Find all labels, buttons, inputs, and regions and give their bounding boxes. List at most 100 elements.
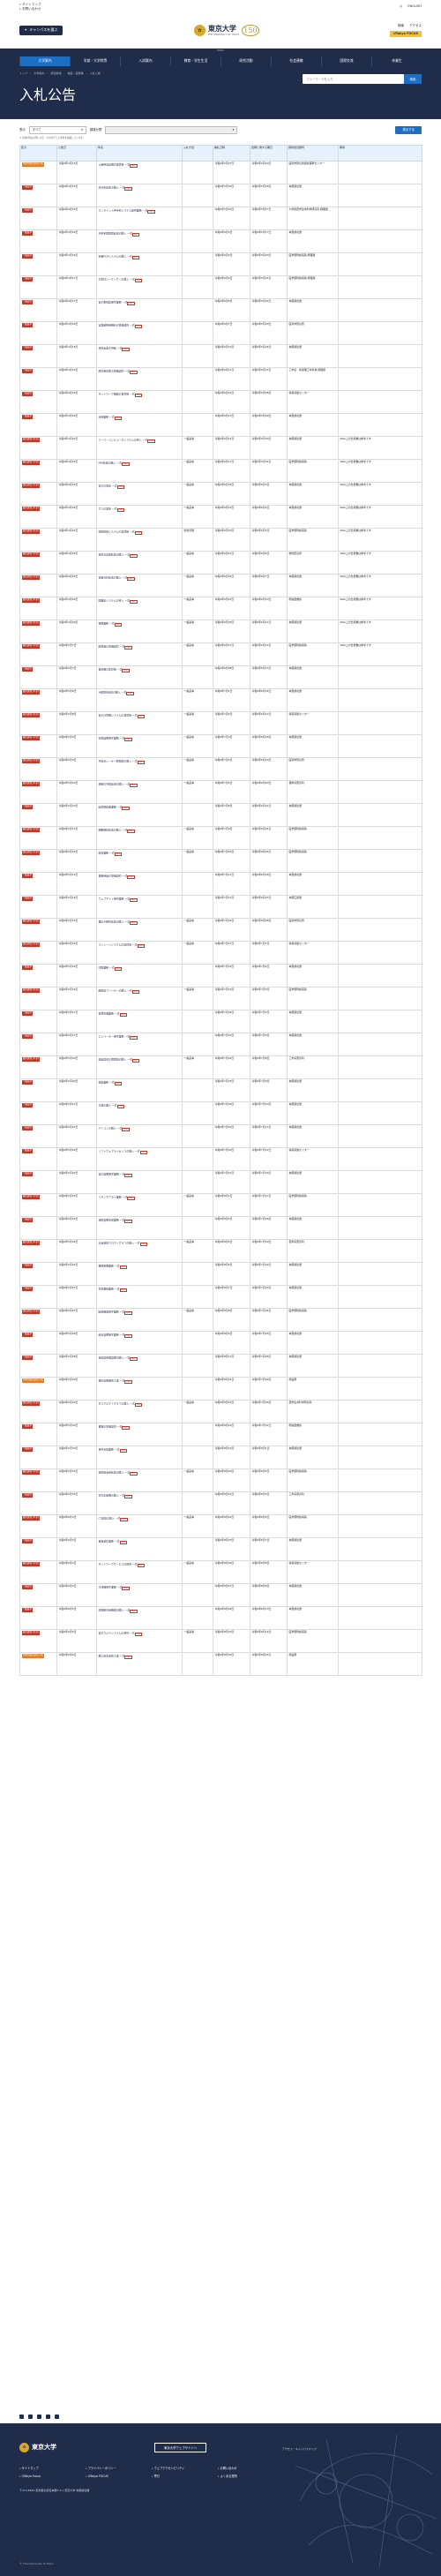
nav-item-faculties[interactable]: 学部・大学院等: [70, 56, 120, 66]
pdf-icon[interactable]: PDF: [124, 186, 132, 192]
cell-name-text[interactable]: スーパーコンピュータシステムの導入 一式: [99, 439, 148, 442]
pdf-icon[interactable]: PDF: [130, 1471, 138, 1476]
pdf-icon[interactable]: PDF: [119, 1448, 128, 1453]
footer-link[interactable]: お問い合わせ: [218, 2467, 284, 2471]
footer-logo[interactable]: ✿ 東京大学: [19, 2443, 56, 2452]
pdf-icon[interactable]: PDF: [130, 1356, 138, 1362]
cell-name-text[interactable]: 電子計算機システムの賃貸借 一式: [99, 714, 138, 717]
cell-name-text[interactable]: 会議室音響設備の購入 一式: [99, 1356, 131, 1360]
cell-name-text[interactable]: 医療機器保守業務 一式: [99, 1311, 125, 1314]
cell-name-text[interactable]: 電力の調達 一式: [99, 484, 117, 488]
cell-name-text[interactable]: 遺伝子解析装置の購入 一式: [99, 920, 131, 924]
pdf-icon[interactable]: PDF: [137, 714, 146, 719]
cell-name-text[interactable]: 公衆用電話機の賃貸借 一式: [99, 163, 131, 167]
nav-item-admissions[interactable]: 入試案内: [120, 56, 170, 66]
cell-name-text[interactable]: パソコンの購入 一式: [99, 1127, 123, 1130]
cell-name-text[interactable]: オンライン入学手続システム提供業務 一式: [99, 209, 148, 213]
pdf-icon[interactable]: PDF: [127, 301, 135, 306]
site-logo[interactable]: ✿ 東京大学 THE UNIVERSITY OF TOKYO 150: [193, 24, 259, 37]
cell-name-text[interactable]: 屋上防水改修工事 一式: [99, 1655, 125, 1658]
cell-name-text[interactable]: 書籍の単価契約 一式: [99, 1425, 123, 1429]
pdf-icon[interactable]: PDF: [124, 1379, 132, 1385]
nav-item-alumni[interactable]: 卒業生: [371, 56, 422, 66]
pdf-icon[interactable]: PDF: [130, 783, 138, 788]
breadcrumb-item[interactable]: トップ: [19, 71, 27, 76]
cell-name-text[interactable]: 細胞解析装置の購入 一式: [99, 829, 128, 832]
footer-link[interactable]: ウェブアクセシビリティ: [152, 2467, 218, 2471]
nav-item-about[interactable]: 大学案内: [19, 56, 70, 66]
cell-name-text[interactable]: 事務用品の単価契約 一式: [99, 875, 128, 878]
pdf-icon[interactable]: PDF: [116, 507, 125, 513]
pdf-icon[interactable]: PDF: [122, 1586, 130, 1591]
cell-name-text[interactable]: 電気設備保守業務 一式: [99, 1173, 125, 1176]
pdf-icon[interactable]: PDF: [137, 943, 146, 949]
search-link[interactable]: 検索: [398, 24, 404, 27]
cell-name-text[interactable]: 核磁気共鳴装置の購入 一式: [99, 783, 131, 786]
nav-item-research[interactable]: 研究活動: [220, 56, 271, 66]
footer-link[interactable]: プライバシーポリシー: [86, 2467, 152, 2471]
cell-name-text[interactable]: リネンサプライ業務 一式: [99, 1196, 128, 1199]
pdf-icon[interactable]: PDF: [132, 232, 140, 237]
pdf-icon[interactable]: PDF: [131, 255, 140, 260]
cell-name-text[interactable]: CT装置の購入 一式: [99, 1517, 121, 1521]
cell-name-text[interactable]: 給水設備保守業務 一式: [99, 1333, 125, 1337]
pdf-icon[interactable]: PDF: [137, 1563, 146, 1568]
pdf-icon[interactable]: PDF: [134, 324, 143, 329]
field-select[interactable]: ▾: [105, 126, 238, 134]
nav-item-international[interactable]: 国際交流: [321, 56, 371, 66]
pdf-icon[interactable]: PDF: [122, 806, 130, 811]
cell-name-text[interactable]: 空調設備保守業務 一式: [99, 737, 125, 740]
cell-name-text[interactable]: 警備業務 一式: [99, 622, 115, 626]
footer-link[interactable]: よくある質問: [218, 2475, 284, 2479]
cell-name-text[interactable]: 病院情報システムの賃貸借 一式: [99, 530, 135, 534]
pdf-icon[interactable]: PDF: [120, 1517, 128, 1522]
cell-name-text[interactable]: MRI装置の購入 一式: [99, 462, 123, 465]
cell-name-text[interactable]: 定量PCRシステムの購入 一式: [99, 255, 132, 259]
nav-item-society[interactable]: 社会連携: [271, 56, 321, 66]
cell-name-text[interactable]: ストレージシステムの賃貸借 一式: [99, 943, 138, 947]
cell-name-text[interactable]: ウェブサイト保守業務 一式: [99, 897, 131, 901]
cell-name-text[interactable]: 清掃業務 一式: [99, 416, 115, 419]
cell-name-text[interactable]: 廃棄物処理業務 一式: [99, 806, 123, 809]
cell-name-text[interactable]: 冷凍機保守業務 一式: [99, 1586, 123, 1589]
cell-name-text[interactable]: ガスクロマトグラフの購入 一式: [99, 1402, 135, 1406]
pdf-icon[interactable]: PDF: [130, 920, 138, 926]
pdf-icon[interactable]: PDF: [119, 1265, 128, 1270]
cell-name-text[interactable]: 害虫駆除業務 一式: [99, 1288, 120, 1291]
pdf-icon[interactable]: PDF: [116, 1104, 125, 1109]
cell-name-text[interactable]: 熱分析装置の購入 一式: [99, 186, 125, 190]
pdf-icon[interactable]: PDF: [124, 1655, 132, 1660]
cell-name-text[interactable]: 保守点検業務 一式: [99, 1448, 120, 1452]
cell-name-text[interactable]: 放射線治療装置の購入 一式: [99, 1471, 131, 1475]
cell-name-text[interactable]: 看板製作業務 一式: [99, 1540, 120, 1543]
pdf-icon[interactable]: PDF: [139, 1150, 148, 1155]
language-link[interactable]: ENGLISH: [407, 4, 422, 8]
pdf-icon[interactable]: PDF: [119, 1540, 128, 1545]
footer-cta-button[interactable]: 東京大学ウェブサイトへ: [154, 2443, 207, 2453]
pdf-icon[interactable]: PDF: [147, 439, 155, 444]
pdf-icon[interactable]: PDF: [131, 989, 140, 995]
pdf-icon[interactable]: PDF: [122, 462, 130, 467]
contact-link[interactable]: お問い合わせ: [19, 7, 41, 11]
pdf-icon[interactable]: PDF: [122, 1425, 130, 1431]
pdf-icon[interactable]: PDF: [139, 1242, 148, 1247]
pdf-icon[interactable]: PDF: [134, 393, 143, 398]
cell-name-text[interactable]: 機械警備業務 一式: [99, 1265, 120, 1268]
cell-name-text[interactable]: ソフトウェアライセンスの購入 一式: [99, 1150, 140, 1153]
cell-name-text[interactable]: エレベーター保守業務 一式: [99, 1035, 131, 1039]
pdf-icon[interactable]: PDF: [127, 576, 135, 582]
cell-name-text[interactable]: 印刷業務 一式: [99, 966, 115, 970]
cell-name-text[interactable]: 給食業務 一式: [99, 852, 115, 855]
pdf-icon[interactable]: PDF: [124, 1311, 132, 1316]
access-link[interactable]: アクセス: [409, 24, 422, 27]
pdf-icon[interactable]: PDF: [134, 530, 143, 536]
pdf-icon[interactable]: PDF: [124, 1494, 132, 1499]
footer-link[interactable]: UTokyo Focus: [19, 2475, 86, 2479]
cell-name-text[interactable]: 光学系顕微鏡装置の購入 一式: [99, 232, 133, 236]
pdf-icon[interactable]: PDF: [127, 1196, 135, 1201]
pdf-icon[interactable]: PDF: [134, 278, 143, 283]
pdf-icon[interactable]: PDF: [119, 1012, 128, 1018]
pdf-icon[interactable]: PDF: [114, 1081, 123, 1086]
breadcrumb-item[interactable]: 調達情報: [50, 71, 61, 76]
instagram-icon[interactable]: [46, 2415, 50, 2419]
